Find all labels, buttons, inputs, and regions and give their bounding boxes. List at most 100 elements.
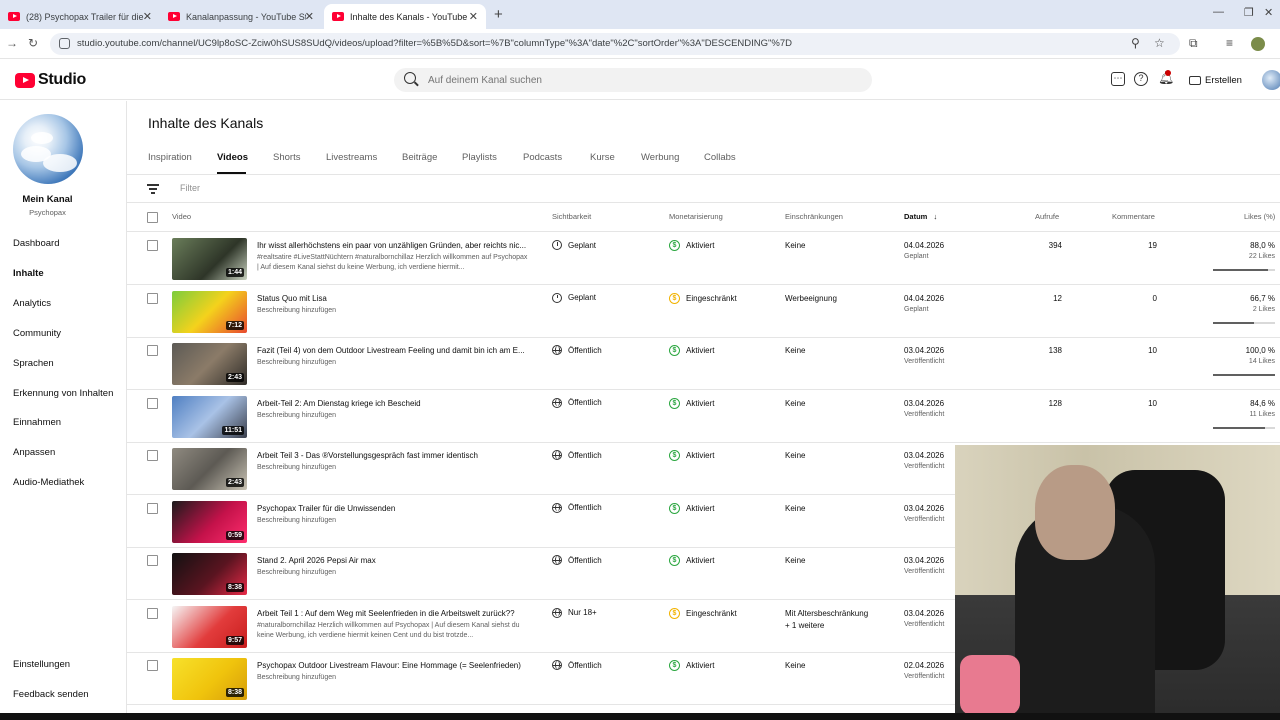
column-header-date[interactable]: Datum ↓: [904, 212, 937, 221]
tab-shorts[interactable]: Shorts: [273, 152, 300, 163]
visibility-cell[interactable]: Öffentlich: [552, 345, 602, 355]
tab-podcasts[interactable]: Podcasts: [523, 152, 562, 163]
browser-tab-3-active[interactable]: Inhalte des Kanals - YouTube St ✕: [324, 4, 486, 29]
close-icon[interactable]: ✕: [469, 10, 478, 23]
visibility-cell[interactable]: Geplant: [552, 240, 596, 250]
create-button[interactable]: Erstellen: [1183, 69, 1248, 91]
close-icon[interactable]: ✕: [143, 10, 152, 23]
video-thumbnail[interactable]: 8:38: [172, 658, 247, 700]
window-close-icon[interactable]: ✕: [1264, 6, 1273, 19]
visibility-cell[interactable]: Öffentlich: [552, 555, 602, 565]
monetization-cell[interactable]: $ Aktiviert: [669, 397, 714, 409]
account-avatar[interactable]: [1262, 70, 1280, 90]
row-checkbox[interactable]: [147, 450, 158, 461]
site-info-icon[interactable]: [59, 38, 70, 49]
extensions-icon[interactable]: ⧉: [1189, 36, 1198, 51]
video-thumbnail[interactable]: 11:51: [172, 395, 247, 438]
sidebar-item-dashboard[interactable]: Dashboard: [13, 238, 59, 249]
reload-icon[interactable]: ↻: [28, 36, 38, 50]
sidebar-item-erkennung[interactable]: Erkennung von Inhalten: [13, 388, 113, 399]
video-title[interactable]: Stand 2. April 2026 Pepsi Air max: [257, 556, 529, 565]
visibility-cell[interactable]: Öffentlich: [552, 660, 602, 670]
video-title[interactable]: Fazit (Teil 4) von dem Outdoor Livestrea…: [257, 346, 529, 355]
tab-playlists[interactable]: Playlists: [462, 152, 497, 163]
filter-input[interactable]: Filter: [180, 183, 200, 193]
tab-kurse[interactable]: Kurse: [590, 152, 615, 163]
monetization-cell[interactable]: $ Aktiviert: [669, 555, 714, 566]
browser-tab-2[interactable]: Kanalanpassung - YouTube Stu ✕: [160, 4, 322, 29]
zoom-icon[interactable]: ⚲: [1131, 36, 1140, 50]
search-input[interactable]: [428, 72, 848, 88]
sidebar-item-community[interactable]: Community: [13, 328, 61, 339]
sidebar-item-einstellungen[interactable]: Einstellungen: [13, 659, 70, 670]
row-checkbox[interactable]: [147, 240, 158, 251]
video-thumbnail[interactable]: 2:43: [172, 448, 247, 490]
monetization-cell[interactable]: $ Aktiviert: [669, 502, 714, 514]
monetization-cell[interactable]: $ Aktiviert: [669, 450, 714, 461]
table-row[interactable]: 7:12 Status Quo mit Lisa Beschreibung hinz…: [127, 286, 1280, 338]
row-checkbox[interactable]: [147, 502, 158, 514]
studio-logo[interactable]: Studio: [15, 71, 86, 89]
video-title[interactable]: Arbeit Teil 3 - Das ®Vorstellungsgespräc…: [257, 451, 529, 460]
video-title[interactable]: Arbeit Teil 1 : Auf dem Weg mit Seelenfr…: [257, 609, 529, 618]
channel-search[interactable]: [394, 68, 872, 92]
comments-icon[interactable]: ⋯: [1111, 72, 1125, 86]
sidebar-item-sprachen[interactable]: Sprachen: [13, 358, 54, 369]
search-icon[interactable]: [404, 72, 416, 84]
close-icon[interactable]: ✕: [305, 10, 314, 23]
video-title[interactable]: Ihr wisst allerhöchstens ein paar von un…: [257, 241, 529, 250]
column-header-likes[interactable]: Likes (%): [1244, 212, 1275, 221]
row-checkbox[interactable]: [147, 345, 158, 356]
sidebar-item-feedback[interactable]: Feedback senden: [13, 689, 89, 700]
new-tab-icon[interactable]: +: [494, 6, 503, 23]
tab-inspiration[interactable]: Inspiration: [148, 152, 192, 163]
visibility-cell[interactable]: Öffentlich: [552, 397, 602, 408]
video-title[interactable]: Psychopax Outdoor Livestream Flavour: Ei…: [257, 661, 529, 670]
sidebar-item-anpassen[interactable]: Anpassen: [13, 447, 55, 458]
restore-icon[interactable]: ❐: [1244, 6, 1254, 19]
tab-werbung[interactable]: Werbung: [641, 152, 679, 163]
column-header-comments[interactable]: Kommentare: [1112, 212, 1155, 221]
browser-tab-1[interactable]: (28) Psychopax Trailer für die U ✕: [0, 4, 160, 29]
video-thumbnail[interactable]: 7:12: [172, 290, 247, 333]
bookmark-star-icon[interactable]: ☆: [1154, 36, 1165, 50]
row-checkbox[interactable]: [147, 292, 158, 304]
tab-videos[interactable]: Videos: [217, 152, 248, 163]
tab-collabs[interactable]: Collabs: [704, 152, 736, 163]
browser-profile-avatar[interactable]: [1251, 37, 1265, 51]
monetization-cell[interactable]: $ Aktiviert: [669, 240, 714, 251]
sidebar-item-analytics[interactable]: Analytics: [13, 298, 51, 309]
media-icon[interactable]: ≡: [1226, 36, 1233, 50]
column-header-views[interactable]: Aufrufe: [1035, 212, 1059, 221]
visibility-cell[interactable]: Geplant: [552, 292, 596, 303]
monetization-cell[interactable]: $ Aktiviert: [669, 345, 714, 356]
video-title[interactable]: Arbeit-Teil 2: Am Dienstag kriege ich Be…: [257, 399, 529, 408]
table-row[interactable]: 2:43 Fazit (Teil 4) von dem Outdoor Lives…: [127, 338, 1280, 390]
row-checkbox[interactable]: [147, 660, 158, 671]
filter-icon[interactable]: [147, 184, 159, 194]
channel-avatar[interactable]: [13, 114, 83, 184]
visibility-cell[interactable]: Nur 18+: [552, 607, 597, 618]
table-row[interactable]: 11:51 Arbeit-Teil 2: Am Dienstag kriege i…: [127, 391, 1280, 443]
monetization-cell[interactable]: $ Eingeschränkt: [669, 292, 737, 304]
row-checkbox[interactable]: [147, 607, 158, 619]
monetization-cell[interactable]: $ Aktiviert: [669, 660, 714, 671]
video-title[interactable]: Status Quo mit Lisa: [257, 294, 529, 303]
video-thumbnail[interactable]: 8:38: [172, 553, 247, 595]
select-all-checkbox[interactable]: [147, 212, 158, 223]
sidebar-item-inhalte[interactable]: Inhalte: [13, 268, 44, 279]
row-checkbox[interactable]: [147, 555, 158, 566]
sidebar-item-audio-mediathek[interactable]: Audio-Mediathek: [13, 477, 84, 488]
video-thumbnail[interactable]: 9:57: [172, 605, 247, 648]
url-field[interactable]: studio.youtube.com/channel/UC9lp8oSC-Zci…: [50, 33, 1180, 55]
video-title[interactable]: Psychopax Trailer für die Unwissenden: [257, 504, 529, 513]
video-thumbnail[interactable]: 0:59: [172, 500, 247, 543]
help-icon[interactable]: ?: [1134, 72, 1148, 86]
row-checkbox[interactable]: [147, 397, 158, 409]
visibility-cell[interactable]: Öffentlich: [552, 502, 602, 513]
video-thumbnail[interactable]: 1:44: [172, 238, 247, 280]
forward-icon[interactable]: →: [6, 36, 18, 50]
visibility-cell[interactable]: Öffentlich: [552, 450, 602, 460]
monetization-cell[interactable]: $ Eingeschränkt: [669, 607, 737, 619]
minimize-icon[interactable]: —: [1213, 6, 1224, 18]
